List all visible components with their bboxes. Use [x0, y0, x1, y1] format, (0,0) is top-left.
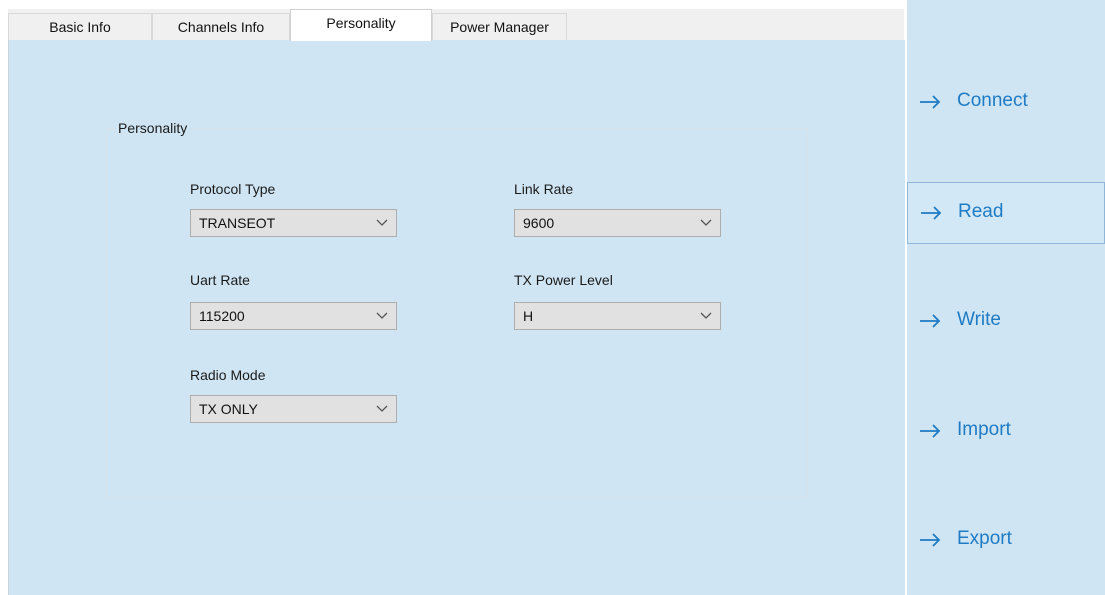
tab-personality[interactable]: Personality [290, 9, 432, 41]
export-button[interactable]: Export [907, 510, 1105, 572]
groupbox-title: Personality [116, 120, 192, 136]
arrow-right-icon [920, 95, 941, 109]
protocol-type-select[interactable]: TRANSEOT [190, 209, 397, 237]
tab-bar: Basic Info Channels Info Personality Pow… [8, 9, 904, 41]
tx-power-level-label: TX Power Level [514, 272, 613, 288]
radio-mode-label: Radio Mode [190, 367, 266, 383]
chevron-down-icon [376, 219, 388, 226]
arrow-right-icon [920, 314, 941, 328]
tab-power-manager[interactable]: Power Manager [432, 13, 567, 40]
uart-rate-value: 115200 [199, 308, 245, 324]
import-label: Import [957, 419, 1011, 440]
uart-rate-select[interactable]: 115200 [190, 302, 397, 330]
arrow-right-icon [920, 424, 941, 438]
chevron-down-icon [700, 219, 712, 226]
link-rate-select[interactable]: 9600 [514, 209, 721, 237]
protocol-type-value: TRANSEOT [199, 215, 276, 231]
tx-power-level-value: H [523, 308, 534, 324]
protocol-type-label: Protocol Type [190, 181, 276, 197]
tab-channels-info[interactable]: Channels Info [152, 13, 290, 40]
read-button[interactable]: Read [907, 182, 1105, 244]
radio-mode-value: TX ONLY [199, 401, 258, 417]
link-rate-label: Link Rate [514, 181, 574, 197]
write-label: Write [957, 309, 1001, 330]
import-button[interactable]: Import [907, 401, 1105, 463]
connect-button[interactable]: Connect [907, 72, 1105, 134]
arrow-right-icon [921, 206, 942, 220]
chevron-down-icon [700, 312, 712, 319]
connect-label: Connect [957, 90, 1028, 111]
arrow-right-icon [920, 533, 941, 547]
radio-mode-select[interactable]: TX ONLY [190, 395, 397, 423]
export-label: Export [957, 528, 1012, 549]
link-rate-value: 9600 [523, 215, 555, 231]
tx-power-level-select[interactable]: H [514, 302, 721, 330]
uart-rate-label: Uart Rate [190, 272, 250, 288]
chevron-down-icon [376, 312, 388, 319]
read-label: Read [958, 201, 1004, 222]
tab-basic-info[interactable]: Basic Info [8, 13, 152, 40]
chevron-down-icon [376, 405, 388, 412]
action-sidebar: Connect Read Write Import Export [907, 0, 1105, 595]
write-button[interactable]: Write [907, 291, 1105, 353]
